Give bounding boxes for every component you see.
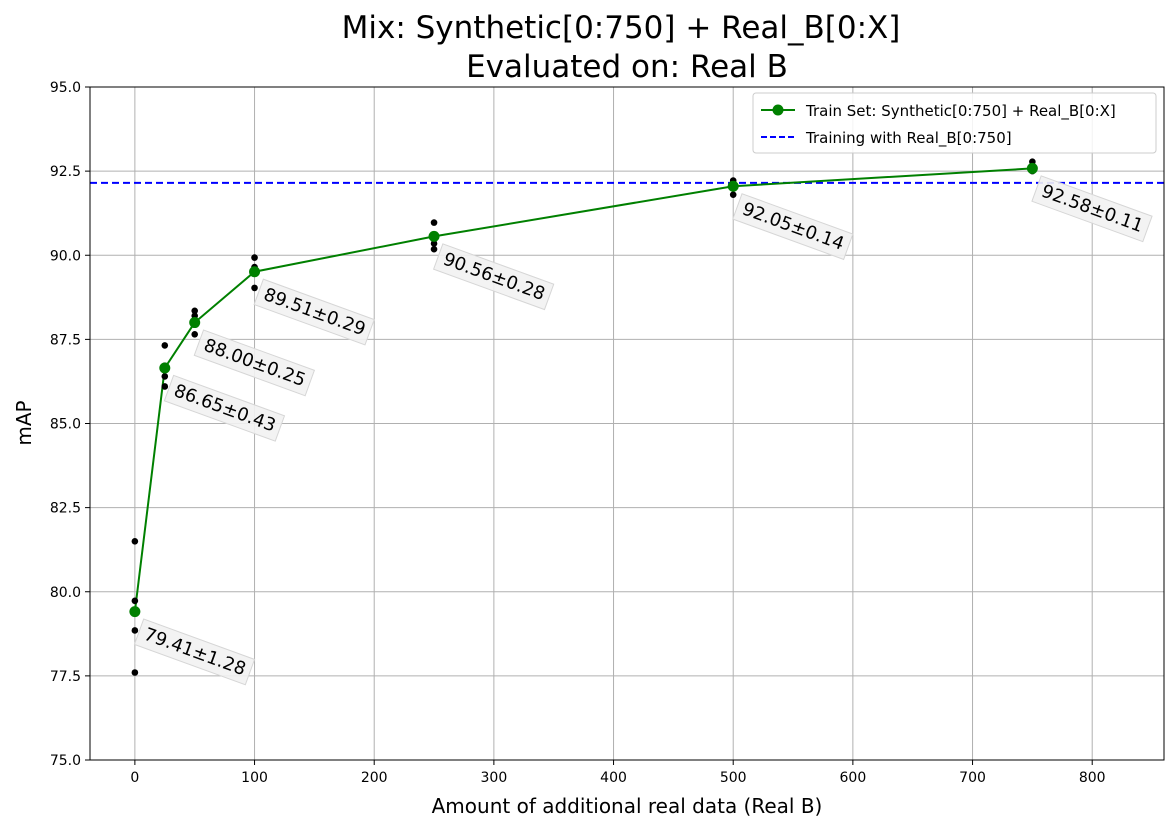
run-point [161, 383, 169, 390]
legend-reference-label: Training with Real_B[0:750] [805, 129, 1012, 148]
value-annotation: 86.65±0.43 [163, 374, 286, 442]
y-tick-label: 77.5 [50, 669, 81, 685]
x-tick-label: 600 [840, 770, 867, 786]
x-tick-label: 500 [720, 770, 747, 786]
legend: Train Set: Synthetic[0:750] + Real_B[0:X… [752, 92, 1157, 154]
y-tick-label: 90.0 [50, 248, 81, 264]
run-point [131, 597, 139, 605]
run-point [161, 373, 169, 380]
x-tick-label: 300 [481, 770, 508, 786]
y-tick-label: 85.0 [50, 417, 81, 433]
series-marker [249, 266, 261, 278]
run-point [430, 219, 438, 226]
legend-series-marker-swatch [772, 104, 784, 116]
chart-title-line-2: Evaluated on: Real B [466, 49, 788, 85]
run-point [131, 627, 139, 634]
y-tick-label: 92.5 [50, 164, 81, 180]
run-point [131, 537, 139, 545]
run-point [131, 669, 139, 676]
axis-ticks: 0 100 200 300 400 500 600 700 800 75.0 77.5 80.0 82.… [50, 80, 1106, 786]
value-annotations: 79.41±1.2886.65±0.4388.00±0.2589.51±0.29… [133, 175, 1153, 686]
x-tick-label: 0 [130, 770, 139, 786]
y-axis-label: mAP [12, 400, 36, 445]
chart: Mix: Synthetic[0:750] + Real_B[0:X] Eval… [12, 10, 1165, 818]
value-annotation: 79.41±1.28 [133, 618, 256, 686]
legend-series-label: Train Set: Synthetic[0:750] + Real_B[0:X… [805, 102, 1116, 121]
x-tick-label: 800 [1079, 770, 1106, 786]
run-point [251, 284, 258, 292]
series-marker [159, 362, 171, 374]
value-annotation: 92.05±0.14 [732, 193, 854, 261]
run-point [729, 191, 737, 198]
y-tick-label: 82.5 [50, 501, 81, 517]
x-tick-label: 700 [959, 770, 986, 786]
series-marker [1026, 162, 1038, 174]
run-point [191, 331, 199, 338]
run-point [251, 254, 258, 261]
value-annotation: 89.51±0.29 [253, 278, 375, 346]
series-markers [129, 162, 1038, 618]
y-tick-label: 80.0 [50, 585, 81, 601]
series-marker [727, 180, 739, 192]
x-axis-label: Amount of additional real data (Real B) [432, 794, 823, 818]
series-marker [129, 606, 141, 618]
chart-title-line-1: Mix: Synthetic[0:750] + Real_B[0:X] [342, 10, 901, 46]
y-tick-label: 95.0 [50, 80, 81, 96]
x-tick-label: 400 [600, 770, 627, 786]
x-tick-label: 200 [361, 770, 388, 786]
series-marker [428, 230, 440, 242]
series-marker [189, 317, 201, 329]
series-lines [133, 167, 1033, 612]
y-tick-label: 87.5 [50, 332, 81, 348]
y-tick-label: 75.0 [50, 753, 81, 769]
x-tick-label: 100 [241, 770, 268, 786]
series-line [133, 167, 1033, 612]
run-point [430, 245, 438, 253]
run-point [161, 342, 169, 349]
